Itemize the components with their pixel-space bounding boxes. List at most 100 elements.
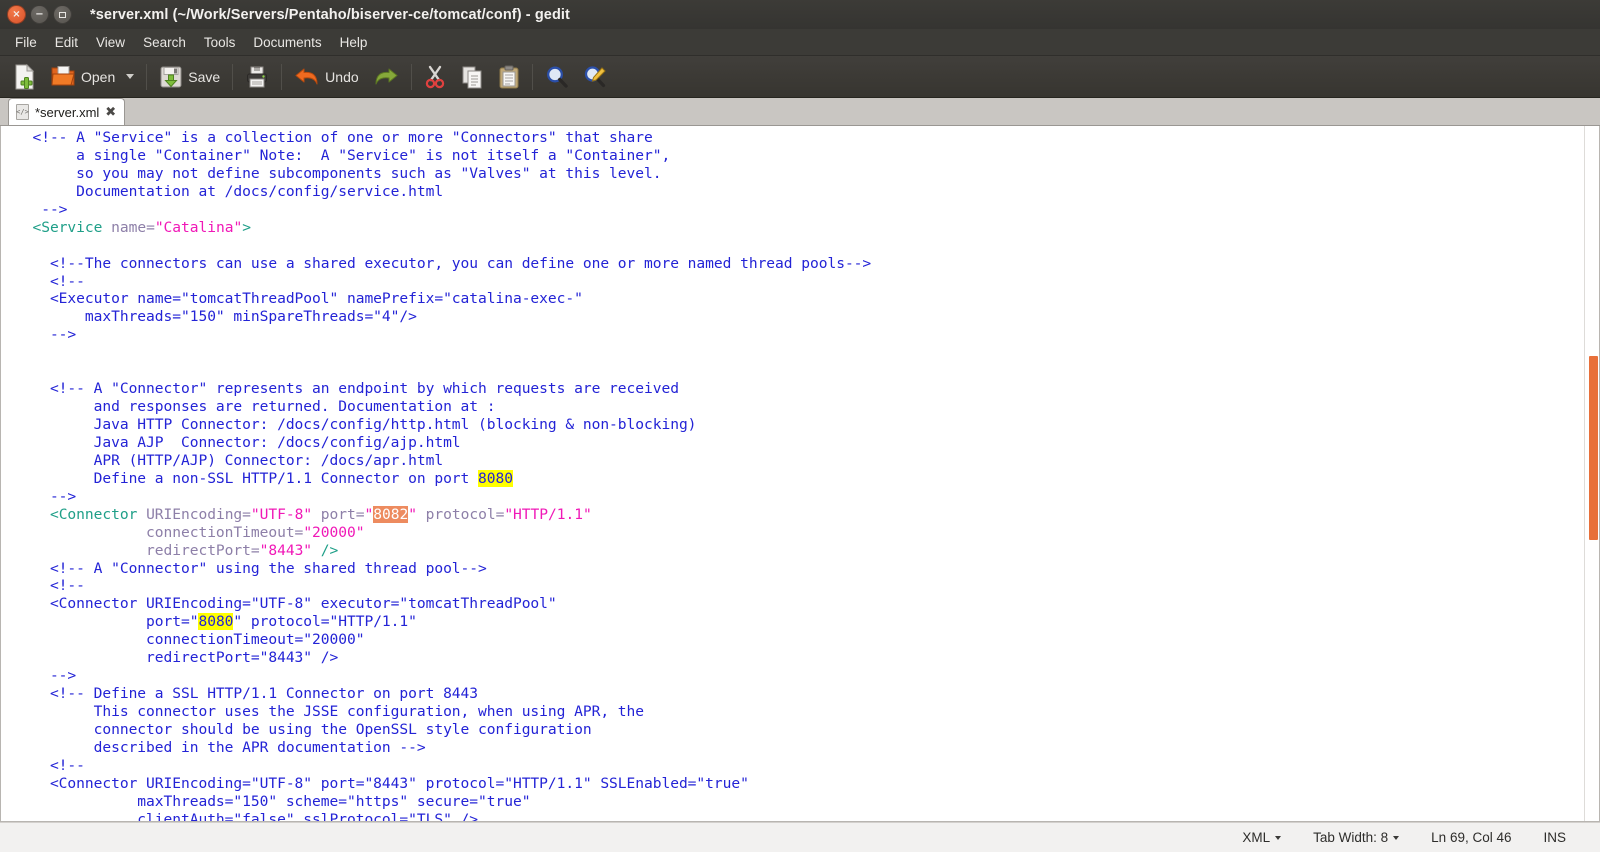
code-token: -->	[15, 200, 68, 218]
copy-pages-icon	[462, 66, 482, 88]
redo-button[interactable]	[366, 60, 406, 94]
editor-area: <!-- A "Service" is a collection of one …	[0, 126, 1600, 822]
menu-item-search[interactable]: Search	[134, 32, 195, 53]
close-glyph: ×	[12, 8, 21, 20]
code-line: -->	[15, 667, 1584, 685]
menu-item-file[interactable]: File	[6, 32, 46, 53]
scrollbar-thumb[interactable]	[1589, 356, 1598, 540]
code-line: <!--	[15, 577, 1584, 595]
open-folder-icon	[51, 66, 75, 86]
menu-item-view[interactable]: View	[87, 32, 134, 53]
code-token: 8082	[373, 505, 409, 523]
new-document-icon	[15, 63, 35, 89]
code-token: >	[242, 218, 251, 236]
code-line: connectionTimeout="20000"	[15, 631, 1584, 649]
code-token: and responses are returned. Documentatio…	[15, 398, 496, 416]
menu-item-help[interactable]: Help	[331, 32, 377, 53]
minimize-window-icon[interactable]: −	[30, 5, 49, 24]
code-token: described in the APR documentation -->	[15, 738, 426, 756]
code-line: <!-- A "Connector" using the shared thre…	[15, 560, 1584, 578]
window-title: *server.xml (~/Work/Servers/Pentaho/bise…	[90, 6, 570, 23]
vertical-scrollbar[interactable]	[1584, 126, 1599, 821]
new-document-button[interactable]	[6, 60, 44, 94]
code-token: <!-- A "Service" is a collection of one …	[15, 129, 653, 146]
undo-arrow-icon	[295, 68, 318, 84]
text-editor[interactable]: <!-- A "Service" is a collection of one …	[1, 126, 1584, 821]
code-token: so you may not define subcomponents such…	[15, 164, 662, 182]
code-line: clientAuth="false" sslProtocol="TLS" />	[15, 811, 1584, 821]
print-button[interactable]	[238, 60, 276, 94]
code-token: <Executor name="tomcatThreadPool" namePr…	[15, 290, 583, 308]
code-line: <!--	[15, 273, 1584, 291]
code-line: <!-- A "Service" is a collection of one …	[15, 129, 1584, 147]
paste-button[interactable]	[491, 60, 527, 94]
menu-item-documents[interactable]: Documents	[244, 32, 330, 53]
code-token: protocol=	[416, 505, 505, 523]
toolbar-separator	[232, 63, 234, 90]
code-line: Java AJP Connector: /docs/config/ajp.htm…	[15, 434, 1584, 452]
code-token: -->	[15, 326, 77, 344]
copy-button[interactable]	[453, 60, 491, 94]
code-token: redirectPort=	[146, 541, 260, 559]
code-token: <!--	[15, 577, 85, 595]
replace-button[interactable]	[576, 60, 614, 94]
title-bar: × − *server.xml (~/Work/Servers/Pentaho/…	[0, 0, 1600, 29]
code-token: maxThreads="150" minSpareThreads="4"/>	[15, 308, 417, 326]
tab-server-xml[interactable]: </> *server.xml ✖	[8, 98, 126, 125]
save-button[interactable]: Save	[152, 60, 227, 94]
toolbar-separator	[281, 63, 283, 90]
toolbar: Open Save Undo	[0, 56, 1600, 98]
close-tab-icon[interactable]: ✖	[105, 106, 116, 119]
tab-width-selector[interactable]: Tab Width: 8	[1297, 830, 1415, 845]
insert-mode: INS	[1527, 830, 1582, 845]
chevron-down-icon[interactable]	[1275, 835, 1282, 840]
code-line: -->	[15, 201, 1584, 219]
close-window-icon[interactable]: ×	[7, 5, 26, 24]
code-line: <Connector URIEncoding="UTF-8" port="808…	[15, 505, 1584, 524]
chevron-down-icon[interactable]	[1393, 835, 1400, 840]
language-selector[interactable]: XML	[1226, 830, 1297, 845]
code-line: <Service name="Catalina">	[15, 219, 1584, 237]
code-line: <Connector URIEncoding="UTF-8" executor=…	[15, 595, 1584, 613]
code-token: port="	[15, 613, 199, 631]
code-token: a single "Container" Note: A "Service" i…	[15, 146, 671, 164]
menu-item-edit[interactable]: Edit	[46, 32, 87, 53]
save-button-label: Save	[188, 68, 221, 85]
source-code[interactable]: <!-- A "Service" is a collection of one …	[15, 129, 1584, 821]
code-token: connectionTimeout=	[146, 523, 304, 541]
xml-document-icon: </>	[16, 104, 29, 120]
find-button[interactable]	[538, 60, 576, 94]
chevron-down-icon[interactable]	[126, 74, 135, 79]
undo-button[interactable]: Undo	[287, 60, 365, 94]
code-token: "	[408, 505, 417, 523]
code-line: described in the APR documentation -->	[15, 739, 1584, 757]
code-token: <Connector URIEncoding="UTF-8" executor=…	[15, 595, 557, 613]
find-replace-icon	[584, 65, 606, 87]
code-line: <!--	[15, 757, 1584, 775]
code-token: <Connector	[49, 505, 147, 523]
code-token: This connector uses the JSSE configurati…	[15, 703, 645, 720]
code-line: redirectPort="8443" />	[15, 542, 1584, 560]
code-line: connectionTimeout="20000"	[15, 524, 1584, 542]
toolbar-separator	[410, 63, 412, 90]
code-token: "8443"	[259, 541, 313, 559]
open-file-button[interactable]: Open	[44, 60, 141, 94]
code-line: <!--The connectors can use a shared exec…	[15, 255, 1584, 273]
menu-item-tools[interactable]: Tools	[195, 32, 245, 53]
code-token: Java AJP Connector: /docs/config/ajp.htm…	[15, 433, 461, 451]
toolbar-separator	[531, 63, 533, 90]
code-token: <!-- A "Connector" represents an endpoin…	[15, 380, 679, 398]
code-token: <!-- A "Connector" using the shared thre…	[15, 559, 487, 577]
code-line: <!-- Define a SSL HTTP/1.1 Connector on …	[15, 685, 1584, 703]
code-token: />	[320, 541, 339, 559]
maximize-window-icon[interactable]	[53, 5, 72, 24]
code-token: "Catalina"	[154, 218, 243, 236]
code-token: -->	[15, 667, 77, 685]
code-token: connectionTimeout="20000"	[15, 631, 365, 649]
code-token: -->	[15, 487, 77, 505]
cut-button[interactable]	[417, 60, 453, 94]
